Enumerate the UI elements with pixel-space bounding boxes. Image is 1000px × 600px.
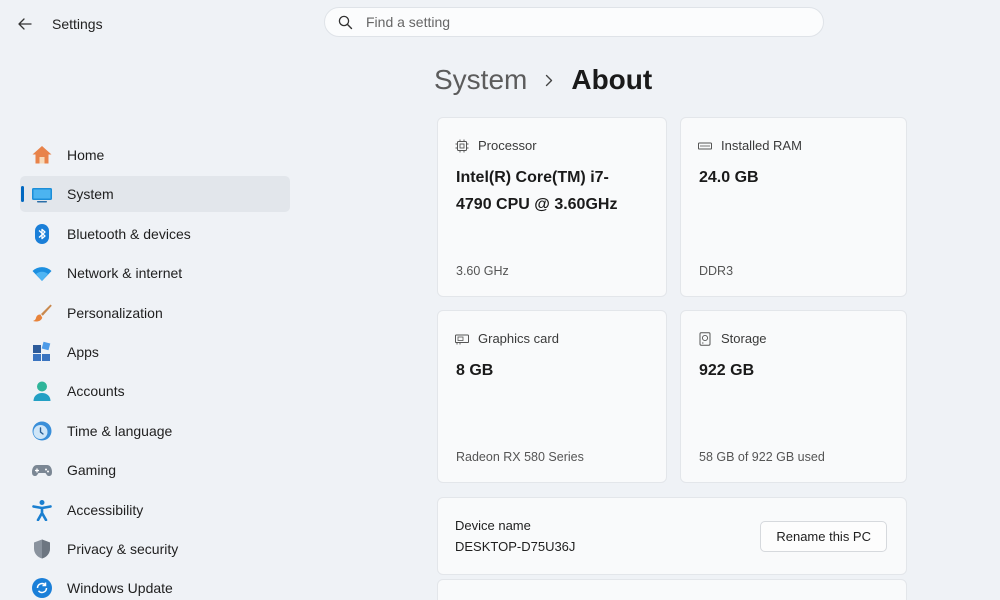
sidebar-item-label: Time & language [67,422,173,439]
sidebar-item-privacy-security[interactable]: Privacy & security [20,531,290,567]
processor-value: Intel(R) Core(TM) i7-4790 CPU @ 3.60GHz [456,169,618,213]
app-title: Settings [52,16,103,32]
graphics-card-icon [455,332,469,346]
sidebar-item-label: Accessibility [67,501,144,518]
back-button[interactable] [14,13,36,35]
breadcrumb: System About [434,64,652,96]
sidebar-item-label: Network & internet [67,265,183,282]
update-icon [31,577,53,599]
breadcrumb-parent-link[interactable]: System [434,64,527,96]
shield-icon [31,538,53,560]
system-icon [31,183,53,205]
processor-icon [455,139,469,153]
sidebar-item-label: Personalization [67,304,163,321]
rename-pc-button[interactable]: Rename this PC [760,521,887,552]
sidebar-item-network[interactable]: Network & internet [20,255,290,291]
search-box[interactable] [324,7,824,37]
next-card-partial [437,579,907,600]
home-icon [31,144,53,166]
storage-title: Storage [721,331,767,346]
ram-card: Installed RAM 24.0 GB DDR3 [680,117,907,297]
search-input[interactable] [364,13,788,31]
sidebar-item-label: System [67,186,114,203]
account-icon [31,380,53,402]
ram-value: 24.0 GB [699,169,759,186]
ram-detail: DDR3 [699,264,734,278]
device-name-value: DESKTOP-D75U36J [455,539,576,554]
chevron-right-icon [545,74,553,87]
sidebar-item-label: Privacy & security [67,540,179,557]
storage-card: Storage 922 GB 58 GB of 922 GB used [680,310,907,483]
sidebar-item-personalization[interactable]: Personalization [20,295,290,331]
sidebar-item-label: Gaming [67,462,117,479]
accessibility-icon [31,499,53,521]
apps-icon [31,341,53,363]
sidebar-item-bluetooth[interactable]: Bluetooth & devices [20,216,290,252]
wifi-icon [31,262,53,284]
device-name-label: Device name [455,518,531,533]
bluetooth-icon [31,223,53,245]
graphics-title: Graphics card [478,331,559,346]
sidebar-item-apps[interactable]: Apps [20,334,290,370]
settings-window: Settings Home [0,0,1000,600]
graphics-card: Graphics card 8 GB Radeon RX 580 Series [437,310,667,483]
sidebar-item-gaming[interactable]: Gaming [20,452,290,488]
sidebar-item-accounts[interactable]: Accounts [20,373,290,409]
sidebar-item-home[interactable]: Home [20,137,290,173]
device-name-card: Device name DESKTOP-D75U36J Rename this … [437,497,907,575]
brush-icon [31,302,53,324]
memory-icon [698,139,712,153]
storage-value: 922 GB [699,362,755,379]
ram-title: Installed RAM [721,138,802,153]
sidebar-nav: Home System Bluetooth & devices Network … [20,137,290,600]
graphics-value: 8 GB [456,362,494,379]
sidebar-item-label: Home [67,147,105,163]
sidebar-item-label: Accounts [67,383,125,400]
graphics-detail: Radeon RX 580 Series [456,450,584,464]
sidebar-item-system[interactable]: System [20,176,290,213]
sidebar-item-time-language[interactable]: Time & language [20,413,290,449]
processor-title: Processor [478,138,537,153]
sidebar-item-label: Apps [67,343,99,360]
sidebar-item-label: Windows Update [67,580,173,597]
sidebar-item-accessibility[interactable]: Accessibility [20,492,290,528]
sidebar-item-windows-update[interactable]: Windows Update [20,570,290,600]
storage-icon [698,331,712,346]
sidebar-item-label: Bluetooth & devices [67,225,191,242]
page-title: About [571,64,653,95]
back-arrow-icon [18,18,32,30]
processor-card: Processor Intel(R) Core(TM) i7-4790 CPU … [437,117,667,297]
gamepad-icon [31,459,53,481]
storage-detail: 58 GB of 922 GB used [699,450,825,464]
clock-globe-icon [31,420,53,442]
processor-detail: 3.60 GHz [456,264,509,278]
search-icon [336,13,354,31]
